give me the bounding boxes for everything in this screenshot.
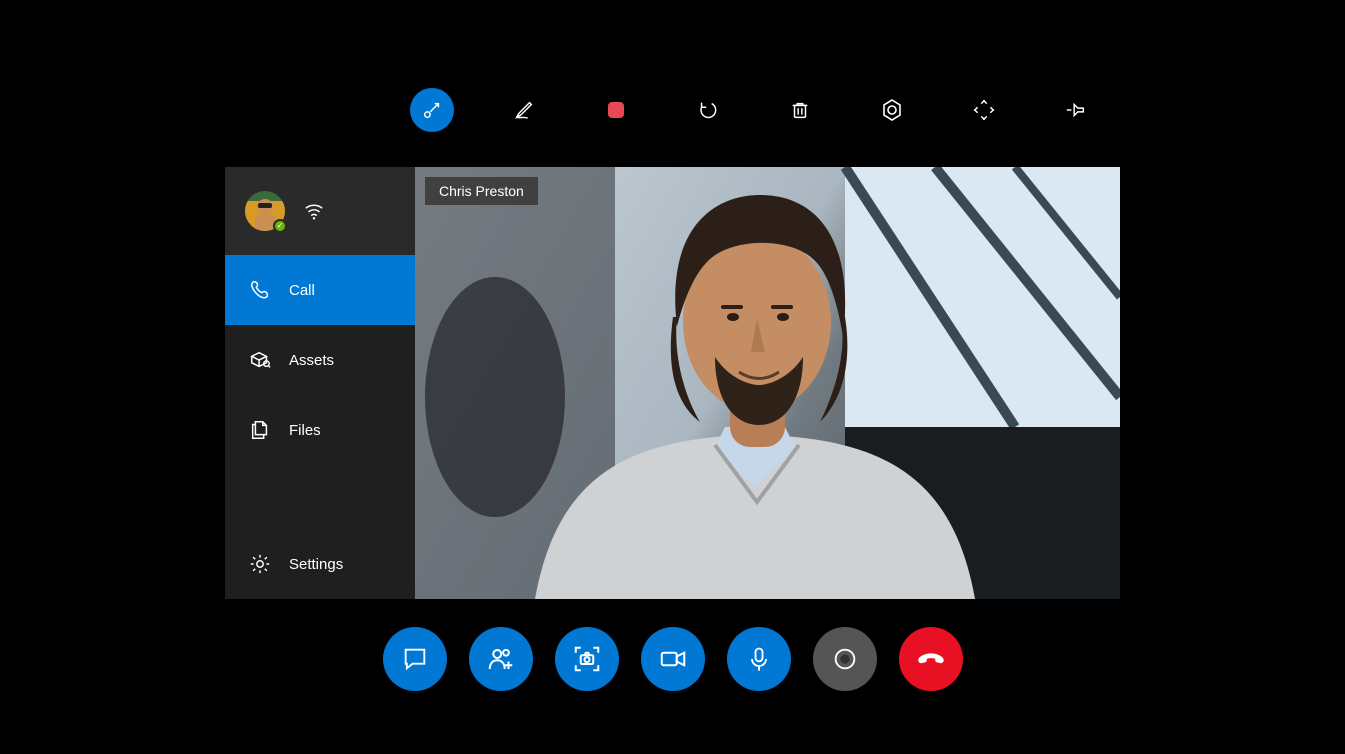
delete-icon (789, 99, 811, 121)
chat-icon (401, 645, 429, 673)
hangup-icon (914, 642, 948, 676)
participant-name-text: Chris Preston (439, 183, 524, 199)
laser-pointer-button[interactable] (410, 88, 454, 132)
remote-video-placeholder (415, 167, 1120, 599)
record-icon (831, 645, 859, 673)
add-people-button[interactable] (469, 627, 533, 691)
mic-button[interactable] (727, 627, 791, 691)
sidebar-item-label: Settings (289, 556, 343, 573)
hangup-button[interactable] (899, 627, 963, 691)
hololens-settings-button[interactable] (870, 88, 914, 132)
laser-pointer-icon (421, 99, 443, 121)
avatar[interactable] (245, 191, 285, 231)
sidebar-header (225, 167, 415, 255)
wifi-icon (303, 200, 325, 222)
call-controls (0, 627, 1345, 691)
pin-button[interactable] (1054, 88, 1098, 132)
phone-icon (249, 279, 271, 301)
sidebar-item-assets[interactable]: Assets (225, 325, 415, 395)
stop-record-icon (606, 100, 626, 120)
fit-screen-icon (973, 99, 995, 121)
assets-icon (249, 349, 271, 371)
add-person-icon (486, 644, 516, 674)
gear-icon (249, 553, 271, 575)
sidebar-item-label: Call (289, 282, 315, 299)
chat-button[interactable] (383, 627, 447, 691)
video-button[interactable] (641, 627, 705, 691)
mic-icon (745, 645, 773, 673)
delete-button[interactable] (778, 88, 822, 132)
settings-cog-icon (880, 98, 904, 122)
files-icon (249, 419, 271, 441)
undo-icon (697, 99, 719, 121)
sidebar-item-label: Files (289, 422, 321, 439)
sidebar-item-call[interactable]: Call (225, 255, 415, 325)
undo-button[interactable] (686, 88, 730, 132)
sidebar-nav: Call Assets Files (225, 255, 415, 599)
presence-available-icon (273, 219, 287, 233)
pen-icon (513, 99, 535, 121)
video-feed[interactable]: Chris Preston (415, 167, 1120, 599)
sidebar: Call Assets Files (225, 167, 415, 599)
video-icon (658, 644, 688, 674)
fit-screen-button[interactable] (962, 88, 1006, 132)
sidebar-item-settings[interactable]: Settings (225, 529, 415, 599)
record-button[interactable] (813, 627, 877, 691)
pen-button[interactable] (502, 88, 546, 132)
snapshot-button[interactable] (555, 627, 619, 691)
participant-name-label: Chris Preston (425, 177, 538, 205)
stop-record-button[interactable] (594, 88, 638, 132)
sidebar-item-files[interactable]: Files (225, 395, 415, 465)
annotation-toolbar (410, 86, 1120, 134)
sidebar-item-label: Assets (289, 352, 334, 369)
pin-icon (1065, 99, 1087, 121)
camera-frame-icon (572, 644, 602, 674)
call-window: Call Assets Files (225, 167, 1120, 599)
